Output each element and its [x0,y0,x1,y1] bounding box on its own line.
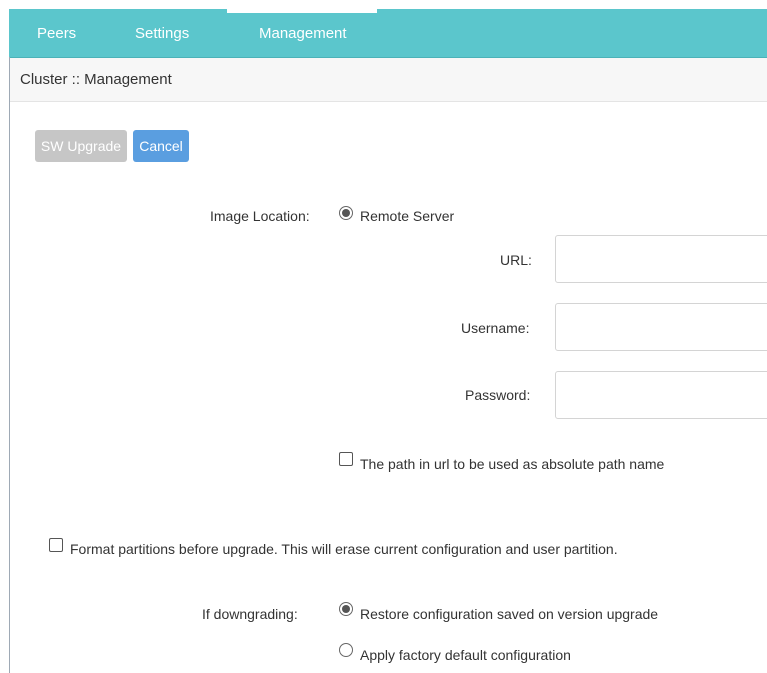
password-label: Password: [465,387,531,403]
tab-bar: Peers Settings Management [9,9,767,58]
sw-upgrade-button[interactable]: SW Upgrade [35,130,127,162]
image-location-label: Image Location: [210,208,310,224]
restore-config-radio[interactable] [339,602,353,616]
factory-default-radio[interactable] [339,643,353,657]
url-input[interactable] [555,235,767,283]
breadcrumb: Cluster :: Management [10,58,767,102]
username-label: Username: [461,320,530,336]
cancel-button[interactable]: Cancel [133,130,189,162]
remote-server-radio[interactable] [339,206,353,220]
top-strip [0,0,767,9]
remote-server-label: Remote Server [360,208,455,224]
password-input[interactable] [555,371,767,419]
content-left-border [9,57,10,673]
tab-management[interactable]: Management [227,9,376,57]
username-input[interactable] [555,303,767,351]
restore-config-label: Restore configuration saved on version u… [360,606,659,622]
tab-peers[interactable]: Peers [37,9,76,57]
absolute-path-label: The path in url to be used as absolute p… [360,456,665,472]
tab-settings[interactable]: Settings [135,9,189,57]
breadcrumb-text: Cluster :: Management [20,71,172,88]
format-partitions-label: Format partitions before upgrade. This w… [70,541,618,557]
url-label: URL: [500,252,532,268]
format-partitions-checkbox[interactable] [49,538,63,552]
absolute-path-checkbox[interactable] [339,452,353,466]
factory-default-label: Apply factory default configuration [360,647,571,663]
downgrade-label: If downgrading: [202,606,298,622]
